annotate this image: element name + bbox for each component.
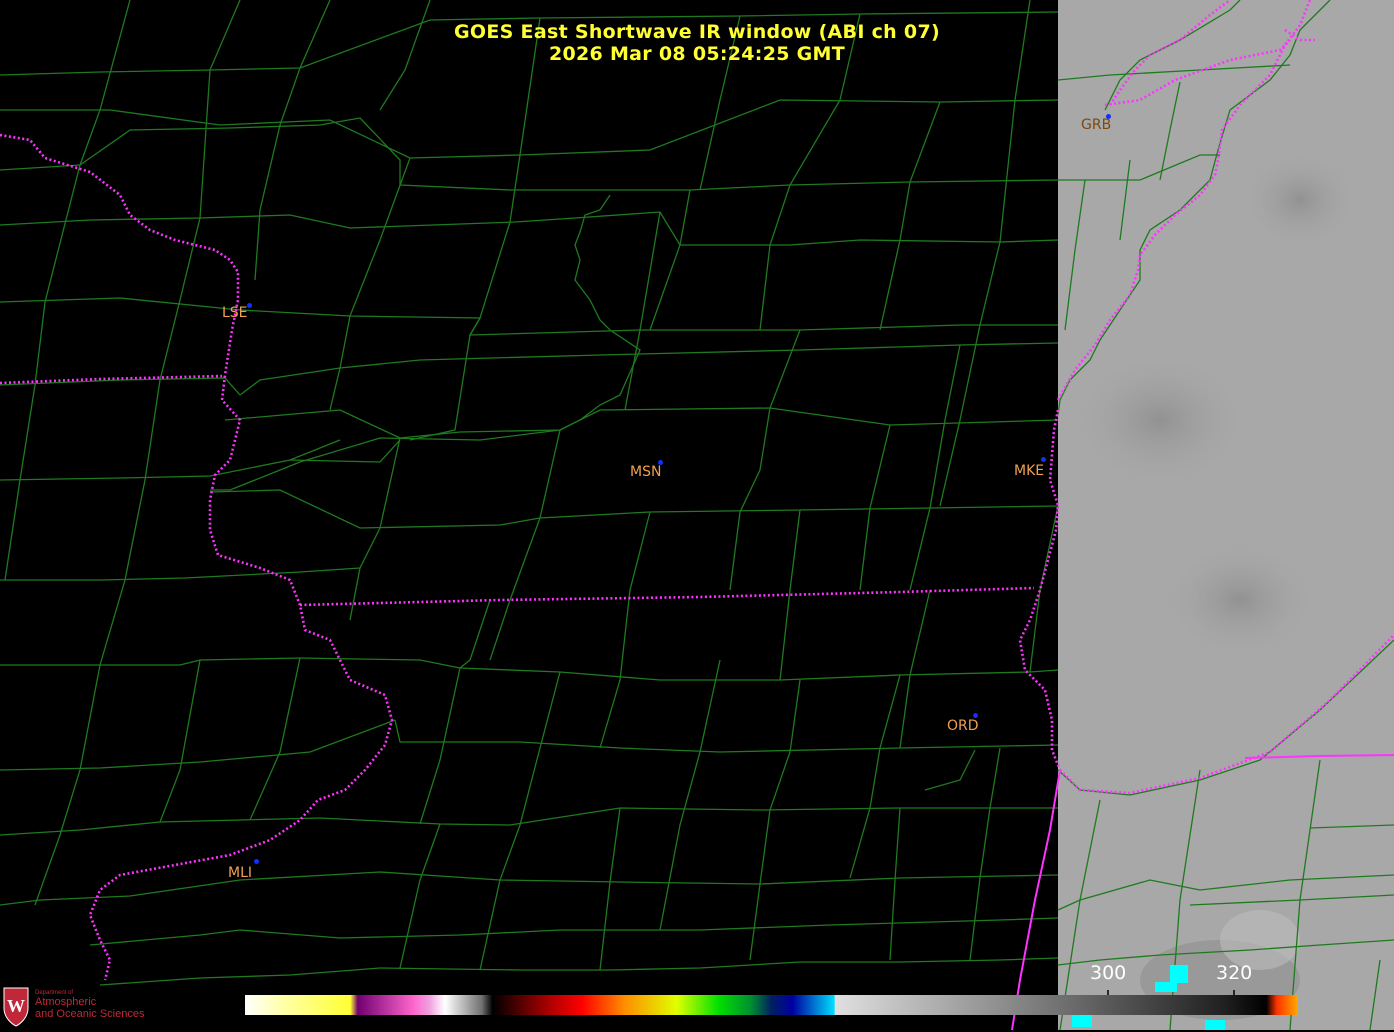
- city-dot-mke: [1041, 457, 1046, 462]
- map-timestamp: 2026 Mar 08 05:24:25 GMT: [548, 43, 846, 65]
- city-dot-mli: [254, 859, 259, 864]
- city-label-ord: ORD: [947, 718, 979, 734]
- city-label-msn: MSN: [630, 464, 662, 480]
- svg-text:W: W: [7, 996, 25, 1016]
- logo-line2: Atmospheric: [35, 996, 97, 1008]
- city-dot-lse: [247, 303, 252, 308]
- satellite-map: [0, 0, 1394, 1030]
- colorbar-tick-320: 320: [1216, 962, 1253, 984]
- logo-line3: and Oceanic Sciences: [35, 1008, 145, 1020]
- colorbar-tick-300: 300: [1090, 962, 1127, 984]
- lake-region: [1058, 0, 1394, 1030]
- city-label-mli: MLI: [228, 865, 253, 881]
- city-label-mke: MKE: [1014, 463, 1045, 479]
- aos-logo: W Department of Atmospheric and Oceanic …: [0, 984, 160, 1028]
- city-label-grb: GRB: [1081, 117, 1112, 133]
- uw-crest-icon: W: [3, 987, 29, 1027]
- map-title: GOES East Shortwave IR window (ABI ch 07…: [454, 21, 940, 43]
- city-label-lse: LSE: [222, 305, 248, 321]
